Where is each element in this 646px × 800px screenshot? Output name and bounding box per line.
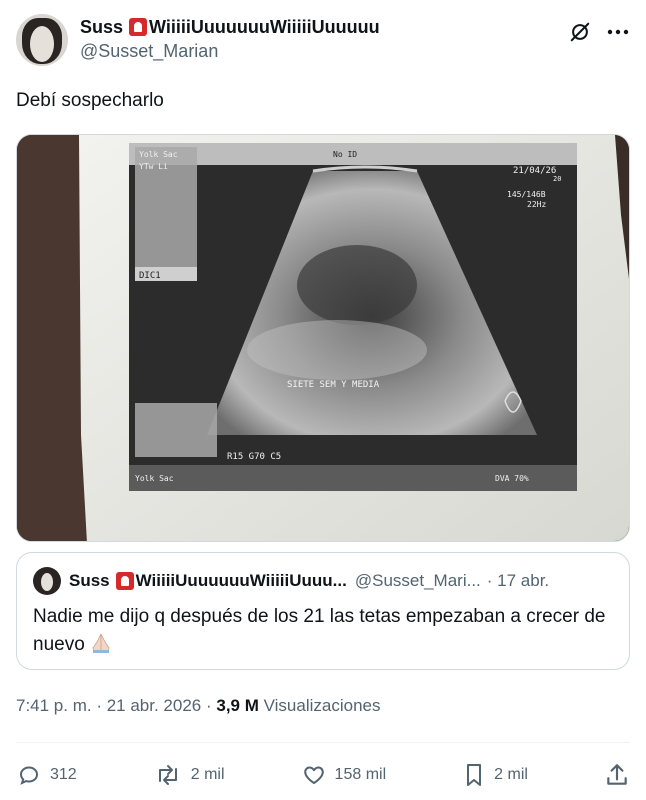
ultrasound-label-dic: DIC1: [139, 271, 161, 281]
author-names: Suss WiiiiiUuuuuuuWiiiiiUuuuuu @Susset_M…: [80, 16, 380, 62]
repost-icon: [158, 765, 177, 785]
views-count: 3,9 M: [216, 696, 259, 715]
quoted-name-suffix: WiiiiiUuuuuuuWiiiiiUuuu...: [135, 571, 347, 590]
views-label: Visualizaciones: [263, 696, 381, 715]
author-handle[interactable]: @Susset_Marian: [80, 40, 380, 62]
quoted-name-prefix: Suss: [69, 571, 110, 590]
ultrasound-label-bottom-right: DVA 70%: [495, 474, 529, 483]
tweet-media-image[interactable]: Yolk Sac YTw Li No ID 21/04/26 20 145/14…: [16, 134, 630, 542]
reply-count: 312: [50, 766, 77, 783]
quoted-tweet-header: Suss WiiiiiUuuuuuuWiiiiiUuuu... @Susset_…: [33, 567, 613, 595]
share-icon: [607, 764, 627, 785]
quoted-tweet[interactable]: Suss WiiiiiUuuuuuuWiiiiiUuuu... @Susset_…: [16, 552, 630, 670]
like-count: 158 mil: [334, 766, 387, 783]
reply-icon: [19, 766, 39, 785]
repost-button[interactable]: 2 mil: [153, 763, 225, 787]
author-name-prefix: Suss: [80, 17, 124, 37]
ultrasound-label-freq2: 22Hz: [527, 200, 546, 209]
tweet-header: Suss WiiiiiUuuuuuuWiiiiiUuuuuu @Susset_M…: [16, 14, 630, 70]
author-display-name[interactable]: Suss WiiiiiUuuuuuuWiiiiiUuuuuu: [80, 16, 380, 38]
tweet-timestamp[interactable]: 7:41 p. m. · 21 abr. 2026 ·: [16, 696, 212, 715]
siren-emoji-icon: [115, 572, 134, 590]
bookmark-button[interactable]: 2 mil: [462, 762, 528, 788]
quoted-author-handle: @Susset_Mari...: [354, 571, 481, 590]
divider: [16, 742, 630, 743]
ultrasound-label-ytw: YTw Li: [139, 162, 168, 171]
action-bar: 312 2 mil 158 mil 2 mil: [16, 758, 630, 792]
ultrasound-label-yolk: Yolk Sac: [139, 150, 178, 159]
ultrasound-label-center: SIETE SEM Y MEDIA: [287, 380, 380, 390]
like-button[interactable]: 158 mil: [301, 763, 387, 787]
quoted-tweet-text: Nadie me dijo q después de los 21 las te…: [33, 606, 606, 655]
quoted-tweet-date: · 17 abr.: [486, 571, 550, 590]
tweet-text: Debí sospecharlo: [16, 90, 164, 111]
quoted-tweet-text-wrap: Nadie me dijo q después de los 21 las te…: [33, 603, 613, 659]
ultrasound-label-date-small: 20: [553, 175, 561, 183]
share-button[interactable]: [604, 762, 630, 788]
more-icon[interactable]: [606, 20, 630, 44]
reply-button[interactable]: 312: [16, 763, 77, 787]
like-icon: [303, 766, 324, 784]
quoted-author-avatar: [33, 567, 61, 595]
bookmark-icon: [467, 764, 482, 786]
tweet-meta: 7:41 p. m. · 21 abr. 2026 · 3,9 M Visual…: [16, 696, 381, 716]
ultrasound-label-noid: No ID: [333, 150, 357, 159]
quoted-author-display-name: Suss WiiiiiUuuuuuuWiiiiiUuuu...: [69, 571, 347, 591]
ultrasound-label-date: 21/04/26: [513, 166, 556, 176]
author-name-suffix: WiiiiiUuuuuuuWiiiiiUuuuuu: [149, 17, 380, 37]
header-actions: [568, 20, 630, 44]
ultrasound-label-freq1: 145/146B: [507, 190, 546, 199]
praying-hands-emoji-icon: [92, 633, 110, 653]
repost-count: 2 mil: [190, 766, 225, 783]
ultrasound-label-bottom-left: Yolk Sac: [135, 474, 174, 483]
ultrasound-label-param: R15 G70 C5: [227, 452, 281, 462]
bookmark-count: 2 mil: [494, 766, 528, 783]
grok-icon[interactable]: [568, 20, 592, 44]
siren-emoji-icon: [129, 18, 148, 36]
author-avatar[interactable]: [16, 14, 68, 66]
